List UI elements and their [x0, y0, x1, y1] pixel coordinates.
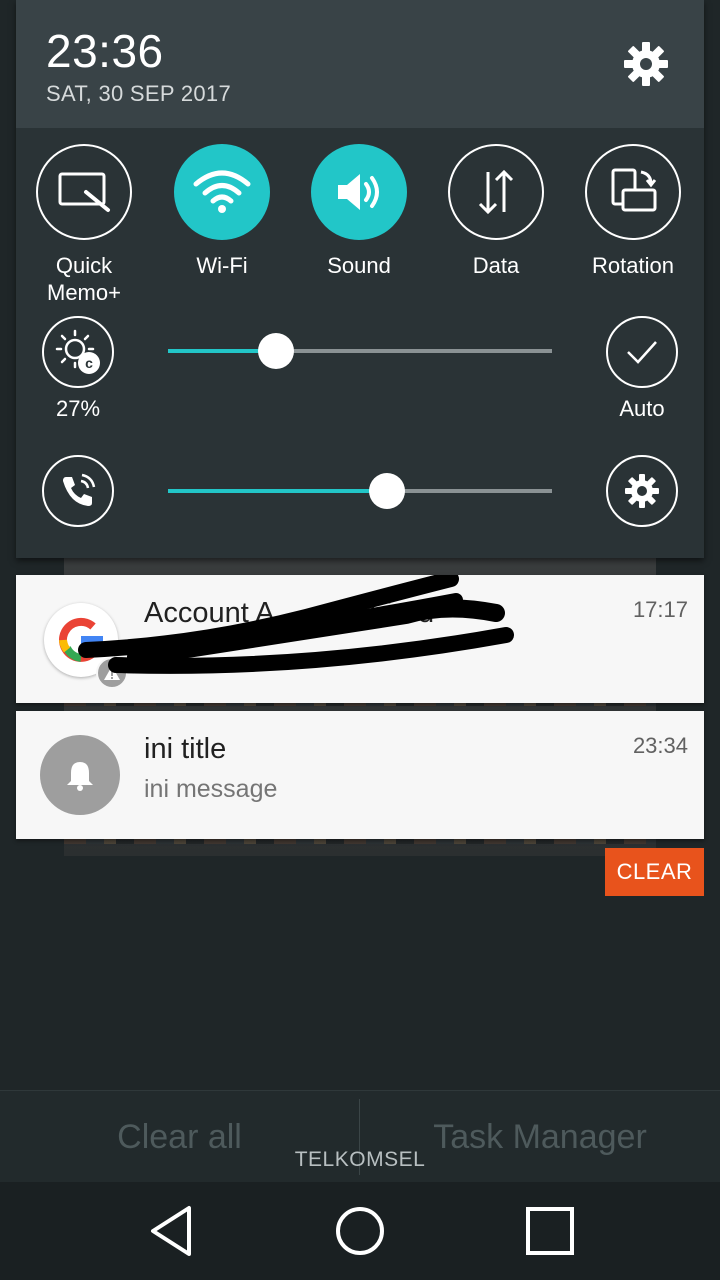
home-icon: [336, 1207, 384, 1255]
brightness-mode-button[interactable]: c: [42, 316, 114, 388]
sound-icon: [311, 144, 407, 240]
recents-icon: [526, 1207, 574, 1255]
toggle-label: Quick Memo+: [47, 253, 121, 305]
clear-button[interactable]: CLEAR: [605, 848, 704, 896]
volume-slider-fill: [168, 489, 387, 493]
home-button[interactable]: [300, 1182, 420, 1280]
notification-account-action[interactable]: Account A quired 17:17: [16, 575, 704, 703]
quick-settings-header: 23:36 SAT, 30 SEP 2017: [16, 0, 704, 128]
toggle-data[interactable]: Data: [436, 144, 556, 279]
recents-button[interactable]: [490, 1182, 610, 1280]
brightness-slider-thumb[interactable]: [257, 333, 294, 369]
ringtone-volume-button[interactable]: [42, 455, 114, 527]
brightness-icon: c: [55, 329, 100, 374]
back-icon: [151, 1206, 191, 1256]
notification-time: 23:34: [632, 733, 688, 758]
settings-gear-icon[interactable]: [622, 40, 670, 88]
quick-settings-panel: 23:36 SAT, 30 SEP 2017 Quick Memo+ Wi-Fi…: [16, 0, 704, 558]
toggle-label: Rotation: [592, 253, 674, 278]
volume-slider-thumb[interactable]: [368, 473, 405, 509]
wifi-icon: [174, 144, 270, 240]
auto-brightness-label: Auto: [619, 396, 665, 421]
toggle-sound[interactable]: Sound: [299, 144, 419, 279]
carrier-label: TELKOMSEL: [294, 1148, 426, 1171]
toggle-wifi[interactable]: Wi-Fi: [162, 144, 282, 279]
sound-settings-button[interactable]: [606, 455, 678, 527]
volume-slider[interactable]: [168, 473, 552, 509]
auto-brightness-button[interactable]: [606, 316, 678, 388]
toggle-quick-memo[interactable]: Quick Memo+: [24, 144, 144, 306]
navigation-bar: [0, 1182, 720, 1280]
notification-time: 17:17: [632, 597, 688, 622]
notification-message: ini message: [144, 775, 278, 803]
notification-title: ini title: [144, 733, 227, 765]
bell-icon: [40, 735, 120, 815]
date: SAT, 30 SEP 2017: [46, 81, 231, 106]
back-button[interactable]: [112, 1182, 232, 1280]
phone-ring-icon: [63, 473, 96, 506]
checkmark-icon: [627, 341, 657, 364]
brightness-percent: 27%: [55, 396, 101, 421]
toggle-label: Data: [472, 253, 520, 278]
brightness-slider[interactable]: [168, 333, 552, 369]
gear-icon: [625, 474, 659, 508]
rotation-icon: [585, 144, 681, 240]
quick-memo-icon: [36, 144, 132, 240]
redaction-scribble: [78, 575, 514, 674]
toggle-rotation[interactable]: Rotation: [573, 144, 693, 279]
clock: 23:36: [46, 25, 164, 77]
data-icon: [448, 144, 544, 240]
toggle-label: Wi-Fi: [196, 253, 248, 278]
toggle-label: Sound: [327, 253, 391, 278]
notification-ini-title[interactable]: ini title ini message 23:34: [16, 711, 704, 839]
svg-text:c: c: [85, 355, 93, 371]
